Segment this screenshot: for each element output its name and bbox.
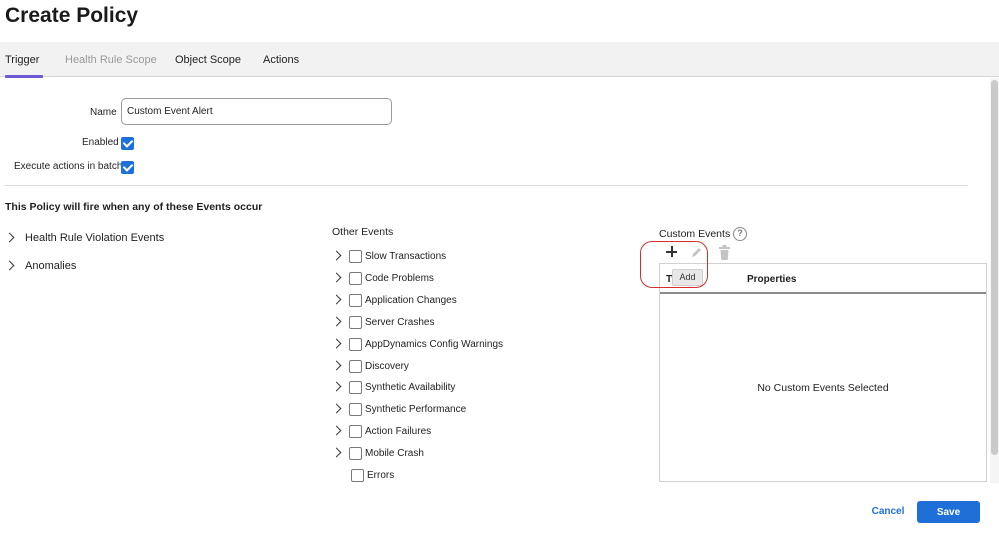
- chevron-right-icon[interactable]: [4, 232, 15, 243]
- event-checkbox[interactable]: [349, 316, 362, 329]
- chevron-right-icon[interactable]: [331, 250, 342, 261]
- section-divider: [5, 185, 968, 186]
- batch-label: Execute actions in batch: [14, 161, 123, 172]
- scrollbar-thumb[interactable]: [991, 80, 998, 455]
- other-events-title: Other Events: [332, 226, 394, 238]
- chevron-right-icon[interactable]: [331, 294, 342, 305]
- chevron-right-icon[interactable]: [331, 403, 342, 414]
- group-anomalies[interactable]: Anomalies: [25, 260, 76, 272]
- tab-trigger[interactable]: Trigger: [5, 54, 44, 78]
- event-checkbox[interactable]: [349, 272, 362, 285]
- group-health-rule-violation-events[interactable]: Health Rule Violation Events: [25, 232, 164, 244]
- chevron-right-icon[interactable]: [331, 360, 342, 371]
- event-label-action-failures: Action Failures: [365, 426, 432, 437]
- column-header-properties[interactable]: Properties: [747, 274, 796, 285]
- tab-health-rule-scope[interactable]: Health Rule Scope: [65, 54, 157, 66]
- chevron-right-icon[interactable]: [331, 316, 342, 327]
- event-checkbox[interactable]: [349, 294, 362, 307]
- event-label-synthetic-availability: Synthetic Availability: [365, 382, 456, 393]
- event-label-errors: Errors: [367, 470, 395, 481]
- chevron-right-icon[interactable]: [4, 260, 15, 271]
- event-label-appdynamics-config-warnings: AppDynamics Config Warnings: [365, 339, 504, 350]
- event-checkbox[interactable]: [349, 338, 362, 351]
- event-checkbox[interactable]: [349, 403, 362, 416]
- help-icon[interactable]: ?: [733, 227, 747, 241]
- chevron-right-icon[interactable]: [331, 425, 342, 436]
- name-label: Name: [90, 107, 117, 118]
- cancel-button[interactable]: Cancel: [868, 503, 908, 521]
- custom-events-title: Custom Events: [659, 228, 731, 240]
- empty-state-message: No Custom Events Selected: [757, 382, 889, 394]
- event-checkbox[interactable]: [349, 425, 362, 438]
- event-checkbox[interactable]: [351, 469, 364, 482]
- event-label-application-changes: Application Changes: [365, 295, 457, 306]
- tab-bar: Trigger Health Rule Scope Object Scope A…: [0, 42, 999, 78]
- batch-checkbox[interactable]: [121, 161, 134, 174]
- chevron-right-icon[interactable]: [331, 338, 342, 349]
- event-checkbox[interactable]: [349, 250, 362, 263]
- event-label-discovery: Discovery: [365, 361, 409, 372]
- page-title: Create Policy: [5, 4, 139, 27]
- tab-object-scope[interactable]: Object Scope: [175, 54, 241, 66]
- chevron-right-icon[interactable]: [331, 272, 342, 283]
- tab-actions[interactable]: Actions: [263, 54, 299, 66]
- event-checkbox[interactable]: [349, 447, 362, 460]
- enabled-label: Enabled: [82, 137, 119, 148]
- event-checkbox[interactable]: [349, 360, 362, 373]
- vertical-scrollbar[interactable]: [990, 78, 999, 483]
- event-label-code-problems: Code Problems: [365, 273, 434, 284]
- trash-icon[interactable]: [718, 245, 731, 260]
- event-checkbox[interactable]: [349, 381, 362, 394]
- annotation-highlight: [640, 241, 708, 288]
- chevron-right-icon[interactable]: [331, 381, 342, 392]
- table-header: Ty Properties: [660, 264, 986, 294]
- trigger-section-title: This Policy will fire when any of these …: [5, 201, 263, 213]
- name-input[interactable]: [121, 98, 392, 125]
- event-label-synthetic-performance: Synthetic Performance: [365, 404, 467, 415]
- event-label-mobile-crash: Mobile Crash: [365, 448, 424, 459]
- event-label-slow-transactions: Slow Transactions: [365, 251, 447, 262]
- enabled-checkbox[interactable]: [121, 137, 134, 150]
- custom-events-table: Ty Properties No Custom Events Selected: [659, 263, 987, 482]
- save-button[interactable]: Save: [917, 501, 980, 523]
- event-label-server-crashes: Server Crashes: [365, 317, 435, 328]
- chevron-right-icon[interactable]: [331, 447, 342, 458]
